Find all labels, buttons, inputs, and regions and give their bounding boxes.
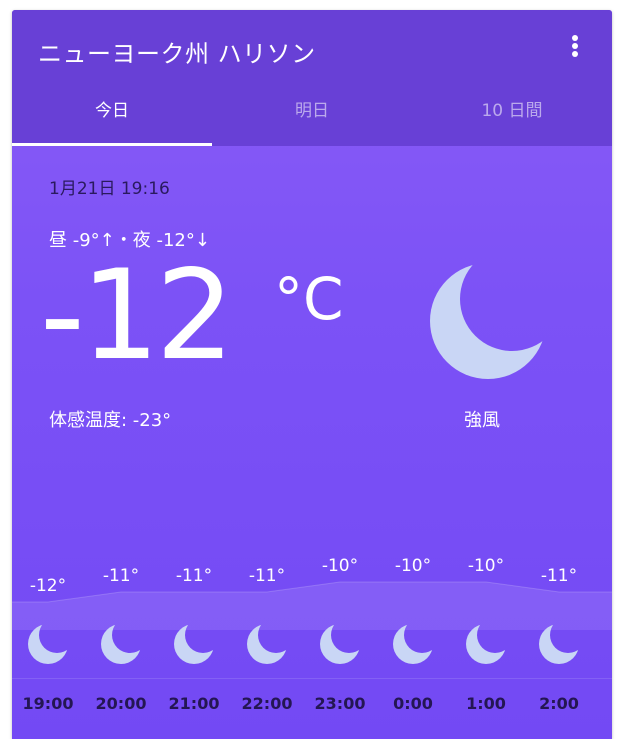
- hourly-time: 22:00: [241, 694, 293, 713]
- hourly-time: 23:00: [314, 694, 366, 713]
- hourly-temperature: -11°: [175, 566, 213, 586]
- temperature-unit: °C: [274, 265, 344, 333]
- tab-today[interactable]: 今日: [12, 86, 212, 146]
- moon-icon: [464, 622, 508, 666]
- current-temperature: -12 °C: [40, 254, 344, 378]
- hourly-time: 2:00: [539, 694, 579, 713]
- more-options-button[interactable]: [560, 32, 590, 62]
- hourly-temperature: -11°: [540, 566, 578, 586]
- hourly-temperature: -11°: [248, 566, 286, 586]
- moon-icon: [172, 622, 216, 666]
- weather-condition: 強風: [464, 410, 500, 431]
- hourly-time: 1:00: [466, 694, 506, 713]
- tab-tomorrow[interactable]: 明日: [212, 86, 412, 146]
- location-title[interactable]: ニューヨーク州 ハリソン: [38, 34, 316, 69]
- hourly-temperature: -10°: [467, 556, 505, 576]
- more-vert-icon: [572, 35, 578, 57]
- current-datetime: 1月21日 19:16: [49, 179, 170, 199]
- moon-icon: [99, 622, 143, 666]
- tab-10-days[interactable]: 10 日間: [412, 86, 612, 146]
- moon-icon: [424, 257, 552, 389]
- hourly-temperature: -12°: [29, 576, 67, 596]
- moon-icon: [391, 622, 435, 666]
- moon-icon: [245, 622, 289, 666]
- hourly-temperature: -10°: [394, 556, 432, 576]
- temperature-value: -12: [40, 244, 235, 388]
- hourly-time: 20:00: [95, 694, 147, 713]
- hourly-time: 0:00: [393, 694, 433, 713]
- tab-bar: 今日 明日 10 日間: [12, 86, 612, 146]
- hourly-temperature: -11°: [102, 566, 140, 586]
- weather-card: ニューヨーク州 ハリソン 今日 明日 10 日間 1月21日 19:16 昼 -…: [12, 10, 612, 739]
- moon-icon: [537, 622, 581, 666]
- hourly-time: 21:00: [168, 694, 220, 713]
- hourly-time: 19:00: [22, 694, 74, 713]
- hourly-temperature: -10°: [321, 556, 359, 576]
- moon-icon: [318, 622, 362, 666]
- feels-like-temperature: 体感温度: -23°: [49, 410, 172, 431]
- divider: [12, 678, 612, 679]
- app-header: ニューヨーク州 ハリソン 今日 明日 10 日間: [12, 10, 612, 146]
- moon-icon: [26, 622, 70, 666]
